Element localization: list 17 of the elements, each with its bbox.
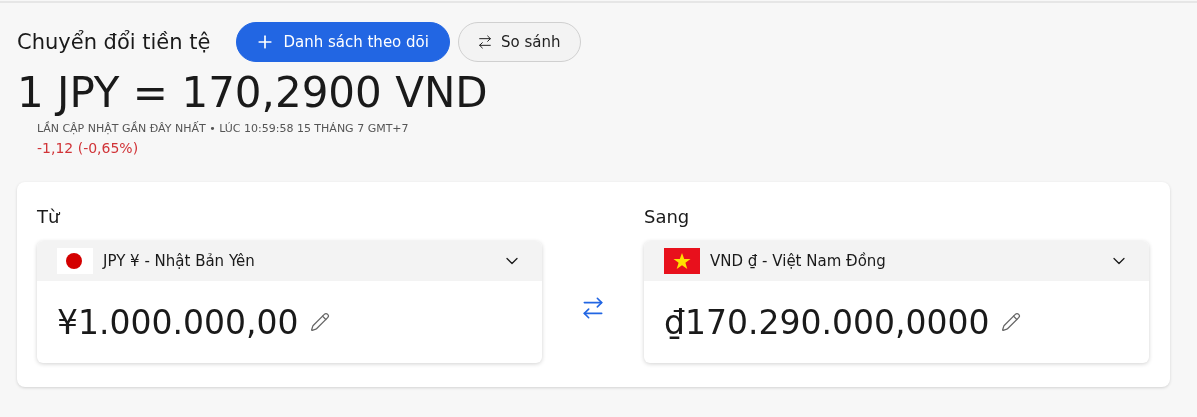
rate-change: -1,12 (-0,65%) [37,140,140,157]
swap-icon [476,34,493,50]
watchlist-button[interactable]: Danh sách theo dõi [236,22,450,62]
field-label: Sang [644,206,691,228]
amount-value: ¥1.000.000,00 [57,302,299,342]
currency-select[interactable]: VND ₫ - Việt Nam Đồng [644,241,1149,282]
page-title: Chuyển đổi tiền tệ [17,30,211,54]
update-time: LẦN CẬP NHẬT GẦN ĐÂY NHẤT • LÚC 10:59:58 15 THÁNG 7 GMT+7 [37,122,410,136]
compare-button[interactable]: So sánh [457,22,582,62]
currency-select[interactable]: JPY ¥ - Nhật Bản Yên [37,241,542,282]
pencil-icon[interactable] [310,312,331,333]
exchange-rate: 1 JPY = 170,2900 VND [17,68,489,119]
pencil-icon[interactable] [1001,312,1022,333]
flag-icon [664,248,700,275]
amount-value: ₫170.290.000,0000 [664,302,990,342]
flag-icon [57,248,93,275]
field-label: Từ [37,206,61,228]
